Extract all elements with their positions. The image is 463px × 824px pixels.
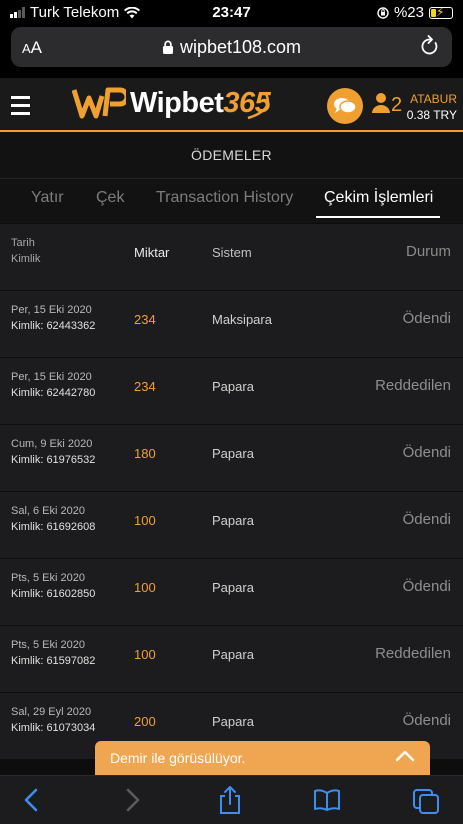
site-logo[interactable]: Wipbet365 (72, 84, 274, 122)
row-id: Kimlik: 61976532 (11, 454, 96, 466)
row-system: Papara (212, 647, 254, 662)
row-id: Kimlik: 62443362 (11, 320, 96, 332)
row-amount: 200 (134, 714, 156, 729)
row-id: Kimlik: 61073034 (11, 722, 96, 734)
balance: 0.38 TRY (406, 108, 457, 122)
row-system: Papara (212, 446, 254, 461)
row-amount: 100 (134, 580, 156, 595)
row-status: Ödendi (402, 444, 451, 461)
row-date: Sal, 6 Eki 2020 (11, 505, 85, 517)
row-date: Cum, 9 Eki 2020 (11, 438, 93, 450)
tab-transaction-history[interactable]: Transaction History (156, 189, 293, 207)
row-date: Pts, 5 Eki 2020 (11, 639, 85, 651)
user-count: 2 (391, 94, 403, 116)
share-icon[interactable] (218, 785, 242, 815)
row-status: Ödendi (402, 712, 451, 729)
table-row[interactable]: Per, 15 Eki 2020 Kimlik: 62442780 234 Papar… (0, 357, 463, 424)
table-row[interactable]: Pts, 5 Eki 2020 Kimlik: 61597082 100 Papara… (0, 625, 463, 692)
username[interactable]: ATABUR (410, 92, 457, 106)
row-status: Reddedilen (375, 377, 451, 394)
table-row[interactable]: Cum, 9 Eki 2020 Kimlik: 61976532 180 Papara… (0, 424, 463, 491)
forward-icon[interactable] (122, 788, 142, 812)
battery-percent: %23 (393, 4, 424, 21)
menu-icon[interactable] (11, 96, 30, 120)
logo-mark-icon (72, 87, 126, 119)
reload-icon (421, 35, 438, 55)
lock-icon (162, 40, 173, 54)
url-text: wipbet108.com (179, 37, 302, 57)
row-system: Maksipara (212, 312, 272, 327)
row-system: Papara (212, 714, 254, 729)
tabs-icon[interactable] (412, 788, 440, 814)
row-amount: 234 (134, 312, 156, 327)
tab-withdraw[interactable]: Çek (96, 189, 124, 207)
page-title: ÖDEMELER (0, 132, 463, 179)
chat-status-bar[interactable]: Demir ile görüsülüyor. (95, 741, 430, 775)
row-status: Ödendi (402, 511, 451, 528)
row-date: Per, 15 Eki 2020 (11, 371, 92, 383)
browser-toolbar (0, 775, 463, 824)
chevron-up-icon[interactable] (395, 749, 415, 763)
live-chat-button[interactable] (327, 88, 363, 124)
url-display[interactable]: wipbet108.com (11, 37, 452, 58)
user-icon[interactable] (371, 92, 391, 114)
chat-bubbles-icon (334, 98, 357, 114)
table-row[interactable]: Sal, 6 Eki 2020 Kimlik: 61692608 100 Papara… (0, 491, 463, 558)
row-status: Ödendi (402, 310, 451, 327)
row-amount: 100 (134, 647, 156, 662)
site-header: Wipbet365 2 ATABUR 0.38 TRY (0, 78, 463, 132)
tab-bar: Yatır Çek Transaction History Çekim İşle… (0, 179, 463, 223)
column-header-status: Durum (405, 243, 451, 260)
row-amount: 100 (134, 513, 156, 528)
row-system: Papara (212, 379, 254, 394)
row-id: Kimlik: 61692608 (11, 521, 96, 533)
row-id: Kimlik: 61597082 (11, 655, 96, 667)
column-header-amount: Miktar (134, 245, 170, 260)
bookmarks-icon[interactable] (313, 788, 341, 812)
row-date: Pts, 5 Eki 2020 (11, 572, 85, 584)
orientation-lock-icon (377, 6, 389, 19)
table-row[interactable]: Pts, 5 Eki 2020 Kimlik: 61602850 100 Papara… (0, 558, 463, 625)
row-system: Papara (212, 513, 254, 528)
reload-button[interactable] (420, 35, 440, 62)
browser-bar: AAAA wipbet108.com (0, 26, 463, 78)
row-amount: 234 (134, 379, 156, 394)
status-bar: Turk Telekom 23:47 %23 ⚡ (0, 0, 463, 26)
tab-deposit[interactable]: Yatır (31, 189, 64, 207)
back-icon[interactable] (22, 788, 42, 812)
address-bar[interactable]: AAAA wipbet108.com (11, 27, 452, 67)
active-tab-indicator (316, 216, 440, 218)
row-id: Kimlik: 61602850 (11, 588, 96, 600)
row-id: Kimlik: 62442780 (11, 387, 96, 399)
row-system: Papara (212, 580, 254, 595)
row-status: Ödendi (402, 578, 451, 595)
row-date: Sal, 29 Eyl 2020 (11, 706, 92, 718)
tab-withdrawal-transactions[interactable]: Çekim İşlemleri (324, 189, 433, 207)
column-header-id: Kimlik (11, 253, 41, 265)
row-date: Per, 15 Eki 2020 (11, 304, 92, 316)
battery-icon: ⚡ (429, 5, 453, 19)
table-row[interactable]: Per, 15 Eki 2020 Kimlik: 62443362 234 Maksi… (0, 290, 463, 357)
chat-status-text: Demir ile görüsülüyor. (110, 750, 246, 766)
column-header-system: Sistem (212, 245, 252, 260)
status-right: %23 ⚡ (377, 4, 453, 21)
row-status: Reddedilen (375, 645, 451, 662)
table-header-row: Tarih Kimlik Miktar Sistem Durum (0, 223, 463, 290)
row-amount: 180 (134, 446, 156, 461)
column-header-date: Tarih (11, 237, 35, 249)
logo-swoosh-icon (247, 93, 270, 120)
